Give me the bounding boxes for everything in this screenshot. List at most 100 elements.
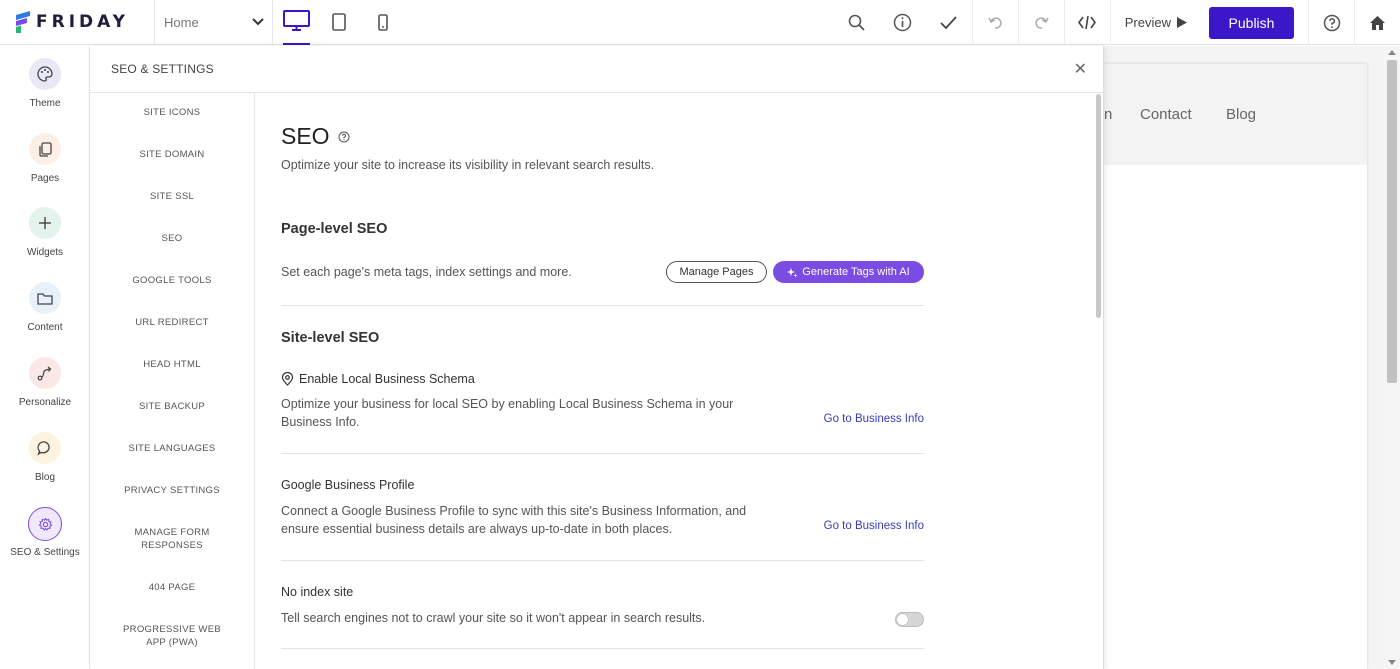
code-button[interactable] [1063, 0, 1110, 45]
scroll-down-arrow[interactable] [1388, 660, 1396, 665]
site-nav-item-blog[interactable]: Blog [1226, 106, 1256, 123]
search-icon [848, 14, 865, 31]
subnav-site-languages[interactable]: SITE LANGUAGES [90, 443, 254, 456]
location-pin-icon [281, 372, 294, 386]
palette-icon [37, 66, 53, 82]
scroll-up-arrow[interactable] [1388, 50, 1396, 55]
help-button[interactable] [1308, 0, 1354, 45]
rail-item-content[interactable]: Content [0, 282, 90, 333]
site-level-seo-title: Site-level SEO [281, 330, 380, 346]
rail-item-widgets[interactable]: Widgets [0, 207, 90, 258]
preview-button[interactable]: Preview [1109, 0, 1201, 45]
site-preview-frame: n Contact Blog [1104, 64, 1367, 669]
subnav-privacy-settings[interactable]: PRIVACY SETTINGS [90, 485, 254, 498]
rail-item-pages[interactable]: Pages [0, 133, 90, 184]
site-nav-item-partial[interactable]: n [1104, 106, 1112, 123]
rail-icon-bg [29, 58, 61, 90]
generate-tags-label: Generate Tags with AI [802, 266, 910, 278]
rail-label: Blog [34, 472, 55, 483]
home-button[interactable] [1354, 0, 1400, 45]
gbp-text-1: Connect a Google Business Profile to syn… [281, 504, 747, 518]
mobile-view-button[interactable] [378, 0, 388, 45]
subnav-site-backup[interactable]: SITE BACKUP [90, 401, 254, 414]
subnav-site-icons[interactable]: SITE ICONS [90, 107, 254, 120]
subnav-head-html[interactable]: HEAD HTML [90, 359, 254, 372]
panel-title: SEO & SETTINGS [111, 62, 214, 76]
logo-text: FRIDAY [36, 12, 129, 32]
info-button[interactable] [880, 0, 926, 45]
subnav-site-ssl[interactable]: SITE SSL [90, 191, 254, 204]
panel-scrollbar-thumb[interactable] [1096, 94, 1101, 318]
subnav-google-tools[interactable]: GOOGLE TOOLS [90, 275, 254, 288]
page-scrollbar-thumb[interactable] [1387, 60, 1397, 383]
plus-icon [39, 217, 51, 229]
friday-logo[interactable]: FRIDAY [0, 0, 155, 45]
home-icon [1370, 15, 1385, 30]
subnav-pwa[interactable]: PROGRESSIVE WEB APP (PWA) [90, 624, 254, 649]
top-toolbar: FRIDAY Home Preview Publish [0, 0, 1400, 45]
rail-label: Personalize [18, 397, 72, 408]
undo-button[interactable] [971, 0, 1018, 45]
gbp-business-info-link[interactable]: Go to Business Info [824, 520, 924, 532]
help-icon [1323, 14, 1340, 31]
subnav-404-page[interactable]: 404 PAGE [90, 582, 254, 595]
page-select[interactable]: Home [155, 0, 273, 45]
rail-label: SEO & Settings [10, 547, 80, 558]
rail-icon-bg [29, 432, 61, 464]
redo-button[interactable] [1017, 0, 1064, 45]
rail-label: Widgets [26, 247, 64, 258]
rail-item-personalize[interactable]: Personalize [0, 357, 90, 408]
info-icon [894, 13, 912, 32]
go-to-business-info-link[interactable]: Go to Business Info [824, 413, 924, 425]
local-schema-text-1: Optimize your business for local SEO by … [281, 397, 734, 411]
tablet-icon [332, 13, 346, 31]
divider [281, 560, 924, 561]
rail-icon-bg [29, 133, 61, 165]
route-icon [37, 366, 52, 381]
seo-heading-text: SEO [281, 123, 330, 149]
desktop-view-button[interactable] [283, 0, 310, 45]
rail-item-seo-settings[interactable]: SEO & Settings [0, 507, 90, 558]
seo-settings-panel: SEO & SETTINGS ✕ SITE ICONS SITE DOMAIN … [90, 46, 1104, 669]
undo-icon [988, 17, 1002, 29]
redo-icon [1035, 17, 1049, 29]
rail-item-theme[interactable]: Theme [0, 58, 90, 109]
device-switcher [273, 0, 388, 45]
subnav-site-domain[interactable]: SITE DOMAIN [90, 149, 254, 162]
rail-item-blog[interactable]: Blog [0, 432, 90, 483]
toolbar-actions: Preview Publish [834, 0, 1400, 45]
play-icon [1177, 17, 1187, 28]
seo-intro: Optimize your site to increase its visib… [281, 158, 655, 172]
no-index-text: Tell search engines not to crawl your si… [281, 611, 706, 625]
folder-icon [37, 292, 53, 305]
tablet-view-button[interactable] [332, 0, 346, 45]
close-icon[interactable]: ✕ [1074, 59, 1087, 79]
page-level-seo-text: Set each page's meta tags, index setting… [281, 265, 572, 279]
check-icon [940, 16, 957, 29]
check-button[interactable] [926, 0, 972, 45]
manage-pages-button[interactable]: Manage Pages [666, 261, 767, 283]
subnav-manage-form-responses[interactable]: MANAGE FORM RESPONSES [90, 527, 254, 552]
pages-icon [39, 141, 52, 157]
generate-tags-ai-button[interactable]: Generate Tags with AI [773, 261, 924, 283]
publish-button[interactable]: Publish [1209, 6, 1294, 39]
gear-icon [38, 516, 52, 531]
google-business-profile-title: Google Business Profile [281, 478, 415, 492]
site-nav-item-contact[interactable]: Contact [1140, 106, 1192, 123]
divider [281, 305, 924, 306]
rail-icon-bg [29, 207, 61, 239]
page-scrollbar[interactable] [1384, 46, 1400, 669]
no-index-toggle[interactable] [895, 612, 924, 627]
subnav-seo[interactable]: SEO [90, 233, 254, 246]
rail-icon-bg [29, 357, 61, 389]
chevron-down-icon [252, 18, 264, 26]
panel-header: SEO & SETTINGS ✕ [90, 46, 1103, 93]
rail-label: Content [27, 322, 63, 333]
search-button[interactable] [834, 0, 880, 45]
seo-heading: SEO [281, 123, 350, 150]
local-schema-text-2: Business Info. [281, 415, 360, 429]
page-level-seo-title: Page-level SEO [281, 221, 388, 237]
subnav-url-redirect[interactable]: URL REDIRECT [90, 317, 254, 330]
help-circle-icon[interactable] [338, 131, 350, 143]
mobile-icon [378, 13, 388, 31]
